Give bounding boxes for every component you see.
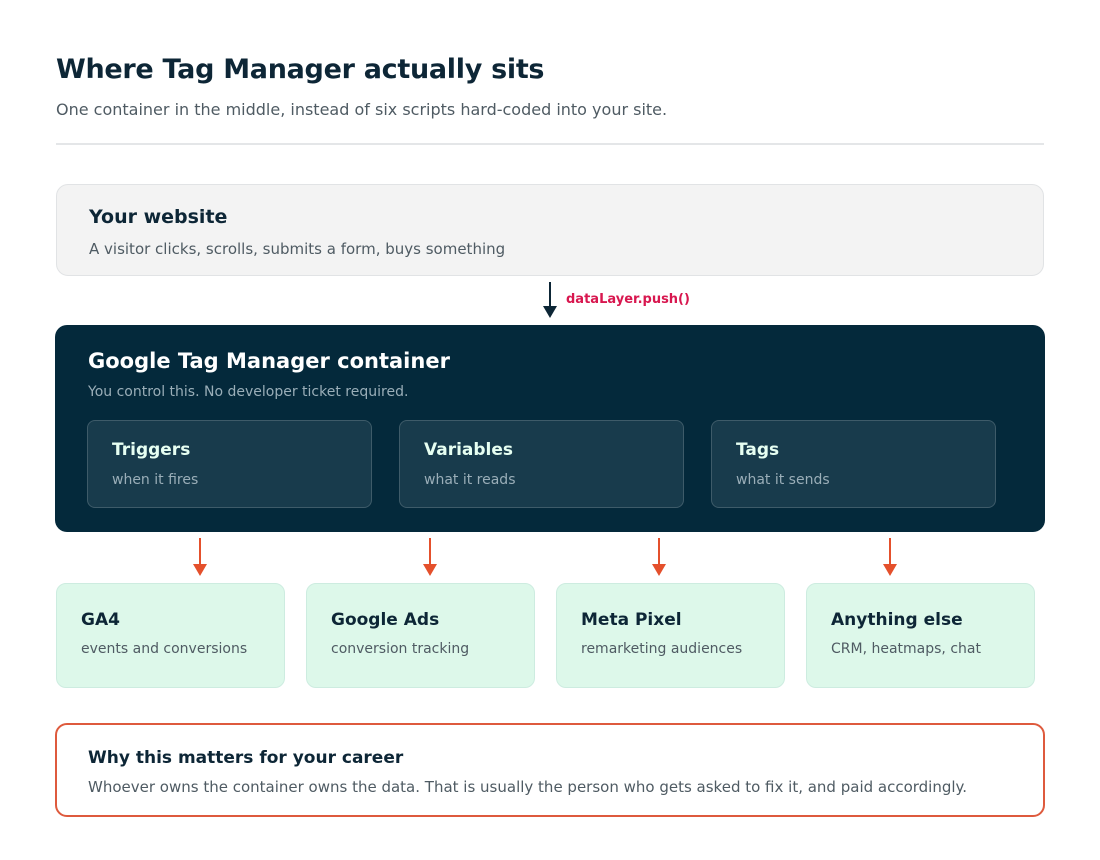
header-divider xyxy=(56,143,1044,145)
triggers-box: Triggers when it fires xyxy=(87,420,372,508)
destination-description: events and conversions xyxy=(81,641,248,657)
down-arrow-icon xyxy=(543,282,557,318)
destination-meta-pixel: Meta Pixel remarketing audiences xyxy=(556,583,785,688)
destination-ga4: GA4 events and conversions xyxy=(56,583,285,688)
variables-title: Variables xyxy=(424,440,514,460)
gtm-container-description: You control this. No developer ticket re… xyxy=(88,384,409,400)
destination-title: Google Ads xyxy=(331,610,440,630)
destination-title: GA4 xyxy=(81,610,120,630)
tags-description: what it sends xyxy=(736,472,830,488)
destination-description: conversion tracking xyxy=(331,641,470,657)
triggers-title: Triggers xyxy=(112,440,191,460)
tags-title: Tags xyxy=(736,440,780,460)
career-callout: Why this matters for your career Whoever… xyxy=(55,723,1045,817)
down-arrow-icon xyxy=(652,538,666,576)
gtm-container-title: Google Tag Manager container xyxy=(88,349,450,373)
destination-description: remarketing audiences xyxy=(581,641,743,657)
down-arrow-icon xyxy=(193,538,207,576)
tags-box: Tags what it sends xyxy=(711,420,996,508)
destination-description: CRM, heatmaps, chat xyxy=(831,641,981,657)
destination-title: Anything else xyxy=(831,610,963,630)
website-description: A visitor clicks, scrolls, submits a for… xyxy=(89,240,506,258)
triggers-description: when it fires xyxy=(112,472,199,488)
website-title: Your website xyxy=(89,206,228,228)
gtm-container-box: Google Tag Manager container You control… xyxy=(55,325,1045,532)
destination-google-ads: Google Ads conversion tracking xyxy=(306,583,535,688)
down-arrow-icon xyxy=(883,538,897,576)
career-callout-title: Why this matters for your career xyxy=(88,748,404,768)
destination-title: Meta Pixel xyxy=(581,610,682,630)
down-arrow-icon xyxy=(423,538,437,576)
page-title: Where Tag Manager actually sits xyxy=(56,54,545,85)
variables-box: Variables what it reads xyxy=(399,420,684,508)
datalayer-push-label: dataLayer.push() xyxy=(566,292,690,307)
destination-anything-else: Anything else CRM, heatmaps, chat xyxy=(806,583,1035,688)
page-subtitle: One container in the middle, instead of … xyxy=(56,100,668,119)
website-box: Your website A visitor clicks, scrolls, … xyxy=(56,184,1044,276)
career-callout-text: Whoever owns the container owns the data… xyxy=(88,778,968,796)
variables-description: what it reads xyxy=(424,472,516,488)
